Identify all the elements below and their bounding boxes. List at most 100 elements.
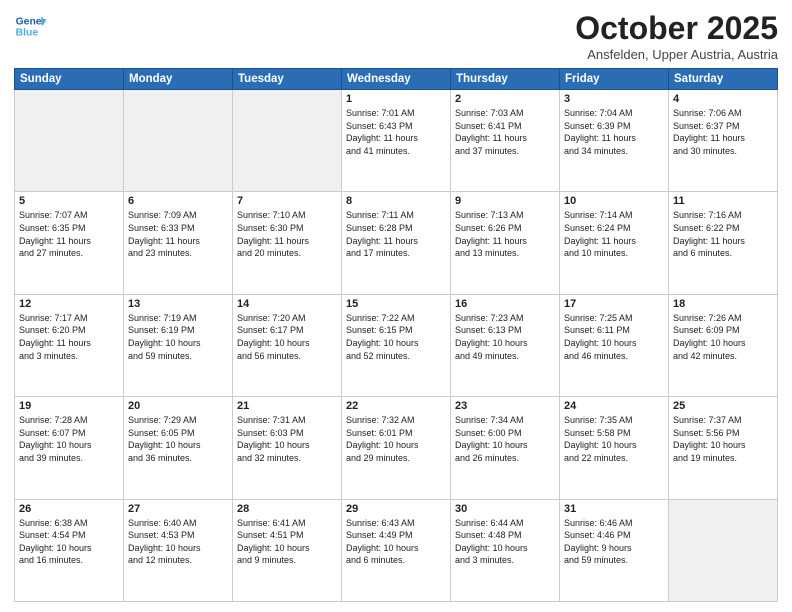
weekday-header-row: SundayMondayTuesdayWednesdayThursdayFrid…: [15, 69, 778, 90]
day-cell: 30 Sunrise: 6:44 AM Sunset: 4:48 PM Dayli…: [451, 499, 560, 601]
day-number: 8: [346, 195, 446, 207]
day-number: 9: [455, 195, 555, 207]
day-info: Sunrise: 7:17 AM Sunset: 6:20 PM Dayligh…: [19, 312, 119, 362]
day-info: Sunrise: 7:28 AM Sunset: 6:07 PM Dayligh…: [19, 414, 119, 464]
day-cell: 20Sunrise: 7:29 AM Sunset: 6:05 PM Dayli…: [124, 397, 233, 499]
logo-icon: General Blue: [14, 10, 46, 42]
day-cell: 9 Sunrise: 7:13 AM Sunset: 6:26 PM Daylig…: [451, 192, 560, 294]
day-cell: 22Sunrise: 7:32 AM Sunset: 6:01 PM Dayli…: [342, 397, 451, 499]
weekday-header-saturday: Saturday: [669, 69, 778, 90]
day-info: Sunrise: 7:13 AM Sunset: 6:26 PM Dayligh…: [455, 209, 555, 259]
day-number: 10: [564, 195, 664, 207]
day-info: Sunrise: 7:34 AM Sunset: 6:00 PM Dayligh…: [455, 414, 555, 464]
day-cell: 14 Sunrise: 7:20 AM Sunset: 6:17 PM Dayli…: [233, 294, 342, 396]
week-row-1: 5Sunrise: 7:07 AM Sunset: 6:35 PM Daylig…: [15, 192, 778, 294]
day-number: 24: [564, 400, 664, 412]
day-info: Sunrise: 7:04 AM Sunset: 6:39 PM Dayligh…: [564, 107, 664, 157]
weekday-header-tuesday: Tuesday: [233, 69, 342, 90]
day-number: 26: [19, 503, 119, 515]
week-row-2: 12 Sunrise: 7:17 AM Sunset: 6:20 PM Dayli…: [15, 294, 778, 396]
day-number: 28: [237, 503, 337, 515]
svg-text:Blue: Blue: [16, 28, 39, 39]
day-info: Sunrise: 7:19 AM Sunset: 6:19 PM Dayligh…: [128, 312, 228, 362]
day-info: Sunrise: 7:10 AM Sunset: 6:30 PM Dayligh…: [237, 209, 337, 259]
day-info: Sunrise: 6:40 AM Sunset: 4:53 PM Dayligh…: [128, 517, 228, 567]
day-cell: [233, 90, 342, 192]
weekday-header-monday: Monday: [124, 69, 233, 90]
day-info: Sunrise: 6:41 AM Sunset: 4:51 PM Dayligh…: [237, 517, 337, 567]
day-number: 15: [346, 298, 446, 310]
week-row-0: 1 Sunrise: 7:01 AM Sunset: 6:43 PM Daylig…: [15, 90, 778, 192]
day-cell: 13 Sunrise: 7:19 AM Sunset: 6:19 PM Dayli…: [124, 294, 233, 396]
weekday-header-friday: Friday: [560, 69, 669, 90]
day-cell: [124, 90, 233, 192]
day-number: 13: [128, 298, 228, 310]
day-cell: 12 Sunrise: 7:17 AM Sunset: 6:20 PM Dayli…: [15, 294, 124, 396]
day-number: 11: [673, 195, 773, 207]
day-info: Sunrise: 7:14 AM Sunset: 6:24 PM Dayligh…: [564, 209, 664, 259]
day-cell: 5Sunrise: 7:07 AM Sunset: 6:35 PM Daylig…: [15, 192, 124, 294]
day-number: 12: [19, 298, 119, 310]
day-info: Sunrise: 7:01 AM Sunset: 6:43 PM Dayligh…: [346, 107, 446, 157]
day-cell: 1 Sunrise: 7:01 AM Sunset: 6:43 PM Daylig…: [342, 90, 451, 192]
day-info: Sunrise: 7:31 AM Sunset: 6:03 PM Dayligh…: [237, 414, 337, 464]
day-cell: 8 Sunrise: 7:11 AM Sunset: 6:28 PM Daylig…: [342, 192, 451, 294]
day-number: 14: [237, 298, 337, 310]
day-number: 21: [237, 400, 337, 412]
day-info: Sunrise: 7:37 AM Sunset: 5:56 PM Dayligh…: [673, 414, 773, 464]
day-info: Sunrise: 7:16 AM Sunset: 6:22 PM Dayligh…: [673, 209, 773, 259]
day-cell: 15 Sunrise: 7:22 AM Sunset: 6:15 PM Dayli…: [342, 294, 451, 396]
day-cell: 7 Sunrise: 7:10 AM Sunset: 6:30 PM Daylig…: [233, 192, 342, 294]
page: General Blue October 2025 Ansfelden, Upp…: [0, 0, 792, 612]
day-cell: 29Sunrise: 6:43 AM Sunset: 4:49 PM Dayli…: [342, 499, 451, 601]
day-number: 25: [673, 400, 773, 412]
day-info: Sunrise: 7:29 AM Sunset: 6:05 PM Dayligh…: [128, 414, 228, 464]
location: Ansfelden, Upper Austria, Austria: [575, 47, 778, 62]
day-cell: 21 Sunrise: 7:31 AM Sunset: 6:03 PM Dayli…: [233, 397, 342, 499]
title-block: October 2025 Ansfelden, Upper Austria, A…: [575, 10, 778, 62]
day-number: 16: [455, 298, 555, 310]
day-info: Sunrise: 7:11 AM Sunset: 6:28 PM Dayligh…: [346, 209, 446, 259]
day-number: 19: [19, 400, 119, 412]
day-cell: [669, 499, 778, 601]
day-number: 1: [346, 93, 446, 105]
day-info: Sunrise: 7:09 AM Sunset: 6:33 PM Dayligh…: [128, 209, 228, 259]
day-cell: 23 Sunrise: 7:34 AM Sunset: 6:00 PM Dayli…: [451, 397, 560, 499]
logo: General Blue: [14, 10, 46, 42]
day-cell: 24 Sunrise: 7:35 AM Sunset: 5:58 PM Dayli…: [560, 397, 669, 499]
day-cell: 26 Sunrise: 6:38 AM Sunset: 4:54 PM Dayli…: [15, 499, 124, 601]
day-number: 18: [673, 298, 773, 310]
day-number: 4: [673, 93, 773, 105]
day-cell: 28 Sunrise: 6:41 AM Sunset: 4:51 PM Dayli…: [233, 499, 342, 601]
day-info: Sunrise: 7:06 AM Sunset: 6:37 PM Dayligh…: [673, 107, 773, 157]
day-cell: 4 Sunrise: 7:06 AM Sunset: 6:37 PM Daylig…: [669, 90, 778, 192]
day-cell: 10 Sunrise: 7:14 AM Sunset: 6:24 PM Dayli…: [560, 192, 669, 294]
day-number: 30: [455, 503, 555, 515]
day-number: 23: [455, 400, 555, 412]
day-info: Sunrise: 7:25 AM Sunset: 6:11 PM Dayligh…: [564, 312, 664, 362]
day-number: 3: [564, 93, 664, 105]
day-info: Sunrise: 7:35 AM Sunset: 5:58 PM Dayligh…: [564, 414, 664, 464]
day-info: Sunrise: 6:44 AM Sunset: 4:48 PM Dayligh…: [455, 517, 555, 567]
week-row-4: 26 Sunrise: 6:38 AM Sunset: 4:54 PM Dayli…: [15, 499, 778, 601]
day-info: Sunrise: 7:26 AM Sunset: 6:09 PM Dayligh…: [673, 312, 773, 362]
header: General Blue October 2025 Ansfelden, Upp…: [14, 10, 778, 62]
day-cell: 27 Sunrise: 6:40 AM Sunset: 4:53 PM Dayli…: [124, 499, 233, 601]
weekday-header-wednesday: Wednesday: [342, 69, 451, 90]
day-cell: 31Sunrise: 6:46 AM Sunset: 4:46 PM Dayli…: [560, 499, 669, 601]
day-cell: 3 Sunrise: 7:04 AM Sunset: 6:39 PM Daylig…: [560, 90, 669, 192]
day-cell: 18 Sunrise: 7:26 AM Sunset: 6:09 PM Dayli…: [669, 294, 778, 396]
weekday-header-sunday: Sunday: [15, 69, 124, 90]
day-number: 27: [128, 503, 228, 515]
day-cell: 2Sunrise: 7:03 AM Sunset: 6:41 PM Daylig…: [451, 90, 560, 192]
calendar: SundayMondayTuesdayWednesdayThursdayFrid…: [14, 68, 778, 602]
day-info: Sunrise: 7:23 AM Sunset: 6:13 PM Dayligh…: [455, 312, 555, 362]
day-info: Sunrise: 6:38 AM Sunset: 4:54 PM Dayligh…: [19, 517, 119, 567]
day-info: Sunrise: 7:22 AM Sunset: 6:15 PM Dayligh…: [346, 312, 446, 362]
day-info: Sunrise: 7:20 AM Sunset: 6:17 PM Dayligh…: [237, 312, 337, 362]
day-cell: 16 Sunrise: 7:23 AM Sunset: 6:13 PM Dayli…: [451, 294, 560, 396]
day-number: 7: [237, 195, 337, 207]
day-cell: 25 Sunrise: 7:37 AM Sunset: 5:56 PM Dayli…: [669, 397, 778, 499]
day-cell: 6Sunrise: 7:09 AM Sunset: 6:33 PM Daylig…: [124, 192, 233, 294]
day-number: 17: [564, 298, 664, 310]
